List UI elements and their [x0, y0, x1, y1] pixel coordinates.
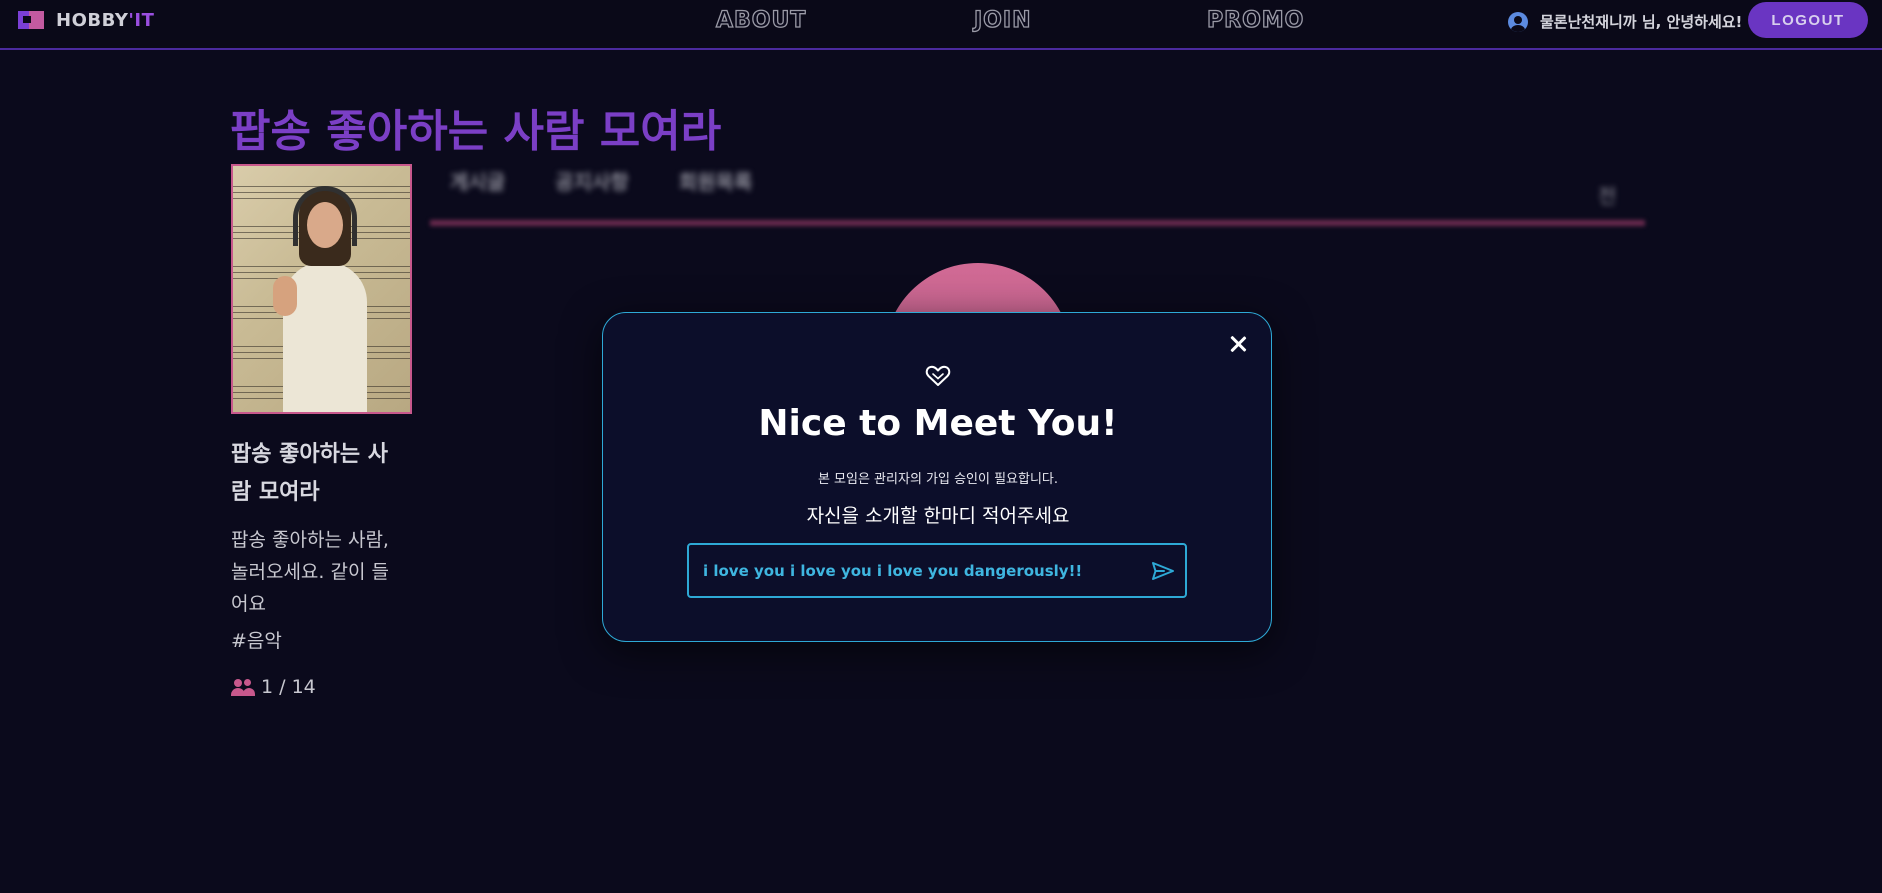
intro-input-box[interactable]	[687, 543, 1187, 598]
member-count: 1 / 14	[231, 676, 316, 698]
logout-button[interactable]: LOGOUT	[1748, 2, 1868, 38]
join-modal: Nice to Meet You! 본 모임은 관리자의 가입 승인이 필요합니…	[602, 312, 1272, 642]
tabs-divider	[430, 220, 1645, 226]
nav-join[interactable]: JOIN	[973, 7, 1032, 33]
group-tag[interactable]: #음악	[231, 626, 282, 653]
approval-note: 본 모임은 관리자의 가입 승인이 필요합니다.	[817, 472, 1059, 487]
group-tabs: 게시글 공지사항 회원목록	[450, 166, 752, 195]
group-name: 팝송 좋아하는 사람 모여라	[231, 442, 388, 505]
people-icon	[231, 677, 255, 697]
logo[interactable]: HOBBY'IT	[18, 9, 154, 31]
user-greeting: 물론난천재니까 님, 안녕하세요!	[1540, 13, 1743, 31]
tab-posts[interactable]: 게시글	[450, 166, 505, 195]
group-cover-image	[231, 164, 412, 414]
page-title: 팝송 좋아하는 사람 모여라	[230, 106, 722, 157]
top-header: HOBBY'IT ABOUT JOIN PROMO 물론난천재니까 님, 안녕하…	[0, 0, 1882, 50]
modal-title: Nice to Meet You!	[758, 403, 1118, 444]
heart-icon	[925, 365, 951, 386]
logo-icon	[18, 9, 48, 31]
intro-prompt: 자신을 소개할 한마디 적어주세요	[806, 505, 1070, 527]
group-description: 팝송 좋아하는 사람, 놀러오세요. 같이 들어요	[231, 529, 389, 615]
close-icon[interactable]	[1229, 335, 1247, 353]
member-count-text: 1 / 14	[261, 676, 316, 698]
intro-input[interactable]	[703, 559, 1133, 583]
tab-notices[interactable]: 공지사항	[555, 166, 629, 195]
nav-promo[interactable]: PROMO	[1206, 7, 1304, 33]
account-circle-icon[interactable]	[1508, 12, 1528, 32]
logo-text: HOBBY'IT	[56, 9, 155, 31]
send-icon[interactable]	[1151, 561, 1175, 581]
tab-extra[interactable]: 전	[1598, 180, 1616, 209]
nav-about[interactable]: ABOUT	[715, 7, 806, 33]
tab-members[interactable]: 회원목록	[679, 166, 753, 195]
